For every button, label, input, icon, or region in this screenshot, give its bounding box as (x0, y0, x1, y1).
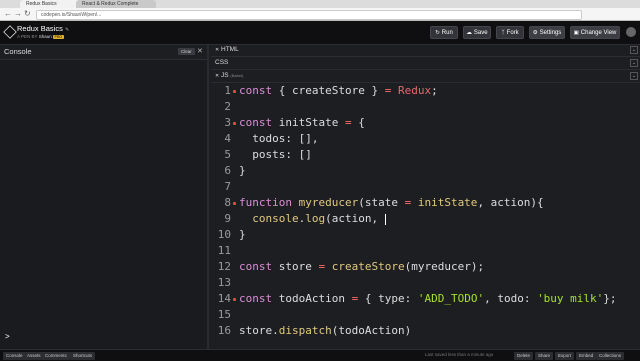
footer-delete-button[interactable]: Delete (514, 351, 534, 360)
footer-comments-button[interactable]: Comments (42, 351, 70, 360)
css-editor-header[interactable]: CSS ⌄ (211, 58, 640, 70)
browser-tab[interactable]: React & Redux Complete (76, 0, 156, 8)
line-number: 4 (224, 132, 231, 145)
html-editor-header[interactable]: ✕ HTML ⌄ (211, 45, 640, 57)
js-code-editor[interactable]: 1 const { createStore } = Redux; 2 3 const i… (217, 83, 637, 349)
console-prompt[interactable]: > (5, 332, 10, 341)
fold-marker-icon[interactable] (233, 122, 236, 125)
codepen-logo-icon[interactable] (3, 25, 17, 39)
pencil-icon[interactable]: ✎ (65, 27, 69, 33)
line-number: 14 (217, 292, 231, 305)
line-number: 13 (217, 276, 231, 289)
footer-embed-button[interactable]: Embed (576, 351, 597, 360)
pen-header: Redux Basics ✎ A PEN BY Shaun PRO ↻ Run ☁… (0, 21, 640, 45)
footer-console-button[interactable]: Console (3, 351, 26, 360)
footer-share-button[interactable]: Share (535, 351, 554, 360)
change-view-button[interactable]: ▣ Change View (570, 26, 620, 39)
line-number: 8 (224, 196, 231, 209)
pen-title[interactable]: Redux Basics ✎ (17, 24, 69, 33)
footer-shortcuts-button[interactable]: Shortcuts (70, 351, 96, 360)
chevron-down-icon[interactable]: ⌄ (630, 72, 638, 80)
line-number: 5 (224, 148, 231, 161)
line-number: 15 (217, 308, 231, 321)
fold-marker-icon[interactable] (233, 298, 236, 301)
console-title: Console (4, 47, 32, 56)
js-editor-header[interactable]: ✕ JS (Babel) ⌄ (211, 71, 640, 83)
close-console-icon[interactable]: ✕ (197, 47, 203, 56)
fork-icon: ᛉ (501, 30, 505, 36)
line-number: 6 (224, 164, 231, 177)
code-text: console.log(action, (252, 212, 386, 225)
browser-tab-strip: Redux Basics React & Redux Complete (0, 0, 640, 8)
footer-export-button[interactable]: Export (555, 351, 575, 360)
refresh-icon: ↻ (435, 30, 440, 36)
code-text: function myreducer(state = initState, ac… (239, 196, 544, 209)
code-text: store.dispatch(todoAction) (239, 324, 412, 337)
code-text: } (239, 228, 246, 241)
url-field[interactable]: codepen.io/ShaunW/pen/... (36, 10, 582, 20)
code-text: const store = createStore(myreducer); (239, 260, 485, 273)
js-close-icon[interactable]: ✕ (215, 73, 219, 79)
chevron-down-icon[interactable]: ⌄ (630, 59, 638, 67)
html-close-icon[interactable]: ✕ (215, 47, 219, 53)
clear-console-button[interactable]: Clear (178, 48, 195, 55)
pro-badge: PRO (52, 35, 64, 39)
chevron-down-icon[interactable]: ⌄ (630, 46, 638, 54)
code-text: const { createStore } = Redux; (239, 84, 438, 97)
code-text: const initState = { (239, 116, 365, 129)
layout-icon: ▣ (573, 30, 579, 36)
settings-button[interactable]: ⚙ Settings (529, 26, 565, 39)
save-button[interactable]: ☁ Save (463, 26, 491, 39)
line-number: 9 (224, 212, 231, 225)
line-number: 10 (217, 228, 231, 241)
line-number: 7 (224, 180, 231, 193)
line-number: 1 (224, 84, 231, 97)
code-text: todos: [], (239, 132, 319, 145)
forward-icon[interactable]: → (14, 9, 22, 19)
pen-author: A PEN BY Shaun PRO (17, 34, 64, 39)
console-pane: Console Clear ✕ > (0, 45, 209, 349)
text-cursor (384, 213, 386, 225)
line-number: 2 (224, 100, 231, 113)
line-number: 16 (217, 324, 231, 337)
pen-footer: Console Assets Comments Shortcuts Last s… (0, 349, 640, 361)
reload-icon[interactable]: ↻ (24, 9, 31, 19)
code-text: const todoAction = { type: 'ADD_TODO', t… (239, 292, 617, 305)
line-number: 3 (224, 116, 231, 129)
address-bar: ← → ↻ codepen.io/ShaunW/pen/... (0, 8, 640, 21)
console-header: Console Clear ✕ (0, 45, 207, 60)
footer-assets-button[interactable]: Assets (24, 351, 44, 360)
code-text: posts: [] (239, 148, 312, 161)
avatar[interactable] (626, 27, 636, 37)
line-number: 12 (217, 260, 231, 273)
gear-icon: ⚙ (532, 30, 538, 36)
back-icon[interactable]: ← (4, 9, 12, 19)
save-status: Last saved less than a minute ago (425, 352, 494, 357)
fork-button[interactable]: ᛉ Fork (496, 26, 524, 39)
footer-collections-button[interactable]: Collections (596, 351, 625, 360)
fold-marker-icon[interactable] (233, 90, 236, 93)
browser-tab-active[interactable]: Redux Basics (20, 0, 84, 8)
line-number: 11 (217, 244, 231, 257)
fold-marker-icon[interactable] (233, 202, 236, 205)
cloud-icon: ☁ (466, 30, 472, 36)
code-text: } (239, 164, 246, 177)
run-button[interactable]: ↻ Run (430, 26, 458, 39)
editor-panels: ✕ HTML ⌄ CSS ⌄ ✕ JS (Babel) ⌄ 1 const { c… (211, 45, 640, 349)
